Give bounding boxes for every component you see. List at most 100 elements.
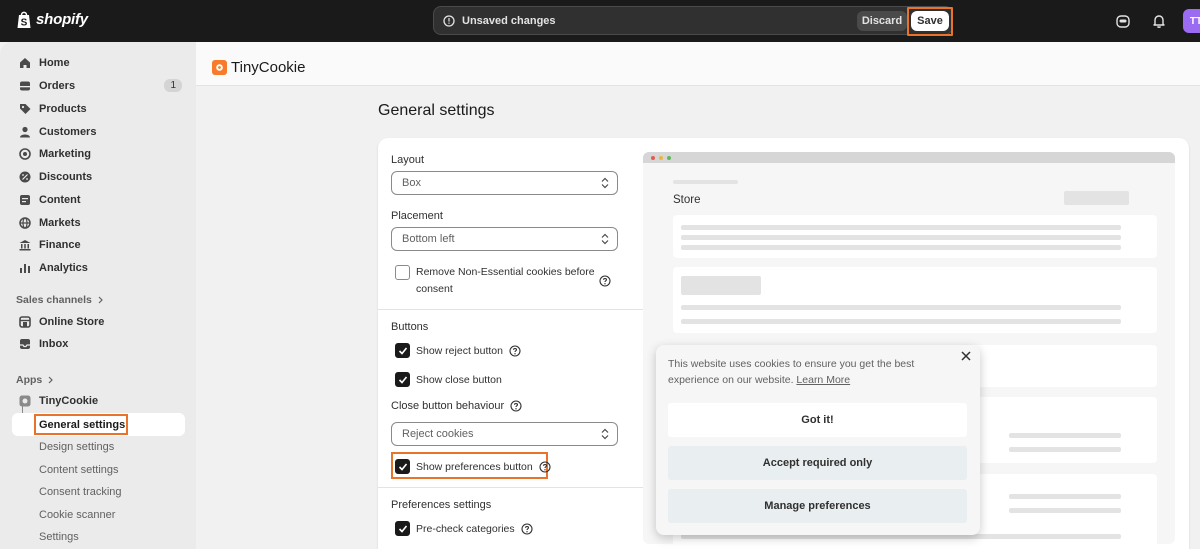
got-it-button[interactable]: Got it! [668, 403, 967, 437]
precheck-checkbox[interactable] [395, 521, 410, 536]
inbox-icon [20, 339, 30, 349]
apps-heading[interactable]: Apps [16, 374, 54, 386]
browser-bar [643, 152, 1175, 163]
sidebar-item-home[interactable]: Home [10, 52, 185, 74]
sidebar-item-content[interactable]: Content [10, 189, 185, 211]
top-bar: S shopify Unsaved changes Discard Save T… [0, 0, 1200, 42]
close-behaviour-select[interactable]: Reject cookies [391, 422, 618, 446]
chevron-right-icon [98, 296, 103, 304]
help-icon[interactable] [599, 275, 611, 287]
manage-preferences-button[interactable]: Manage preferences [668, 489, 967, 523]
remove-nonessential-label-line2: consent [416, 283, 453, 295]
placement-select[interactable]: Bottom left [391, 227, 618, 251]
page-title: General settings [378, 102, 495, 119]
preview-placeholder [673, 180, 738, 184]
sidebar-sub-content-settings[interactable]: Content settings [39, 464, 119, 476]
remove-nonessential-checkbox[interactable] [395, 265, 410, 280]
unsaved-changes-text: Unsaved changes [462, 15, 556, 27]
shopify-logo[interactable]: S shopify [16, 10, 88, 29]
section-divider [378, 309, 643, 310]
select-caret-icon [601, 177, 609, 189]
preview-placeholder [1064, 191, 1129, 205]
precheck-row[interactable]: Pre-check categories [395, 521, 533, 536]
chevron-right-icon [48, 376, 54, 384]
preview-card [673, 215, 1157, 258]
save-button-highlight: Save [907, 7, 953, 36]
help-icon[interactable] [510, 400, 522, 412]
show-preferences-checkbox[interactable] [395, 459, 410, 474]
buttons-heading: Buttons [391, 321, 429, 333]
help-icon[interactable] [539, 460, 551, 473]
person-icon [20, 126, 30, 138]
alert-circle-icon [443, 15, 455, 27]
close-behaviour-label-row: Close button behaviour [391, 400, 522, 412]
discard-button[interactable]: Discard [857, 11, 907, 31]
close-behaviour-label: Close button behaviour [391, 400, 505, 412]
layout-label: Layout [391, 154, 425, 166]
bar-chart-icon [20, 264, 30, 273]
browser-dot-green [667, 156, 671, 160]
accept-required-button[interactable]: Accept required only [668, 446, 967, 480]
sidebar-item-analytics[interactable]: Analytics [10, 257, 185, 279]
sidebar-item-orders[interactable]: Orders 1 [10, 75, 185, 97]
app-title: TinyCookie [231, 59, 306, 76]
close-icon[interactable] [960, 350, 972, 362]
home-icon [20, 58, 30, 68]
bell-icon[interactable] [1151, 13, 1167, 29]
sidebar-item-markets[interactable]: Markets [10, 212, 185, 234]
preview-store-label: Store [673, 194, 701, 206]
discount-icon [19, 171, 31, 183]
sidekick-icon[interactable] [1115, 13, 1131, 29]
browser-dot-red [651, 156, 655, 160]
globe-icon [19, 217, 31, 229]
select-caret-icon [601, 428, 609, 440]
learn-more-link[interactable]: Learn More [796, 374, 850, 386]
bank-icon [19, 240, 31, 251]
preferences-heading: Preferences settings [391, 499, 492, 511]
layout-select[interactable]: Box [391, 171, 618, 195]
show-close-checkbox[interactable] [395, 372, 410, 387]
orders-count-badge: 1 [164, 79, 182, 92]
sidebar-sub-consent-tracking[interactable]: Consent tracking [39, 486, 122, 498]
sidebar-item-products[interactable]: Products [10, 98, 185, 120]
help-icon[interactable] [509, 344, 521, 357]
precheck-label: Pre-check categories [416, 522, 515, 535]
show-reject-row[interactable]: Show reject button [395, 343, 521, 358]
placement-label: Placement [391, 210, 443, 222]
remove-nonessential-label: Remove Non-Essential cookies before [416, 266, 595, 278]
select-caret-icon [601, 233, 609, 245]
sidebar-sub-general-settings[interactable]: General settings [39, 419, 125, 431]
unsaved-changes-bar: Unsaved changes Discard Save [433, 6, 953, 36]
sidebar-item-inbox[interactable]: Inbox [10, 333, 185, 355]
save-button[interactable]: Save [911, 11, 949, 31]
sidebar-sub-cookie-scanner[interactable]: Cookie scanner [39, 509, 115, 521]
browser-dot-yellow [659, 156, 663, 160]
cookie-banner-text: This website uses cookies to ensure you … [668, 358, 915, 386]
store-icon [19, 316, 31, 328]
show-reject-checkbox[interactable] [395, 343, 410, 358]
svg-text:S: S [21, 18, 28, 29]
sidebar-item-finance[interactable]: Finance [10, 234, 185, 256]
show-preferences-row[interactable]: Show preferences button [395, 459, 551, 474]
avatar[interactable]: TT [1183, 9, 1200, 33]
help-icon[interactable] [521, 522, 533, 535]
show-reject-label: Show reject button [416, 344, 503, 357]
sidebar-item-discounts[interactable]: Discounts [10, 166, 185, 188]
sidebar-sub-design-settings[interactable]: Design settings [39, 441, 114, 453]
section-divider [378, 487, 643, 488]
sidebar-item-customers[interactable]: Customers [10, 121, 185, 143]
brand-name: shopify [36, 11, 88, 28]
sidebar-sub-settings[interactable]: Settings [39, 531, 79, 543]
app-header: TinyCookie [196, 42, 1200, 86]
tinycookie-logo-icon [212, 60, 227, 75]
sidebar-item-tinycookie[interactable]: TinyCookie [10, 390, 185, 412]
cookie-banner-preview: This website uses cookies to ensure you … [656, 345, 980, 535]
target-icon [19, 148, 31, 160]
sales-channels-heading[interactable]: Sales channels [16, 294, 104, 306]
sidebar-item-marketing[interactable]: Marketing [10, 143, 185, 165]
show-close-label: Show close button [416, 373, 502, 386]
shopify-bag-icon: S [17, 11, 31, 29]
sidebar-item-online-store[interactable]: Online Store [10, 311, 185, 333]
show-close-row[interactable]: Show close button [395, 372, 502, 387]
show-preferences-label: Show preferences button [416, 460, 533, 473]
